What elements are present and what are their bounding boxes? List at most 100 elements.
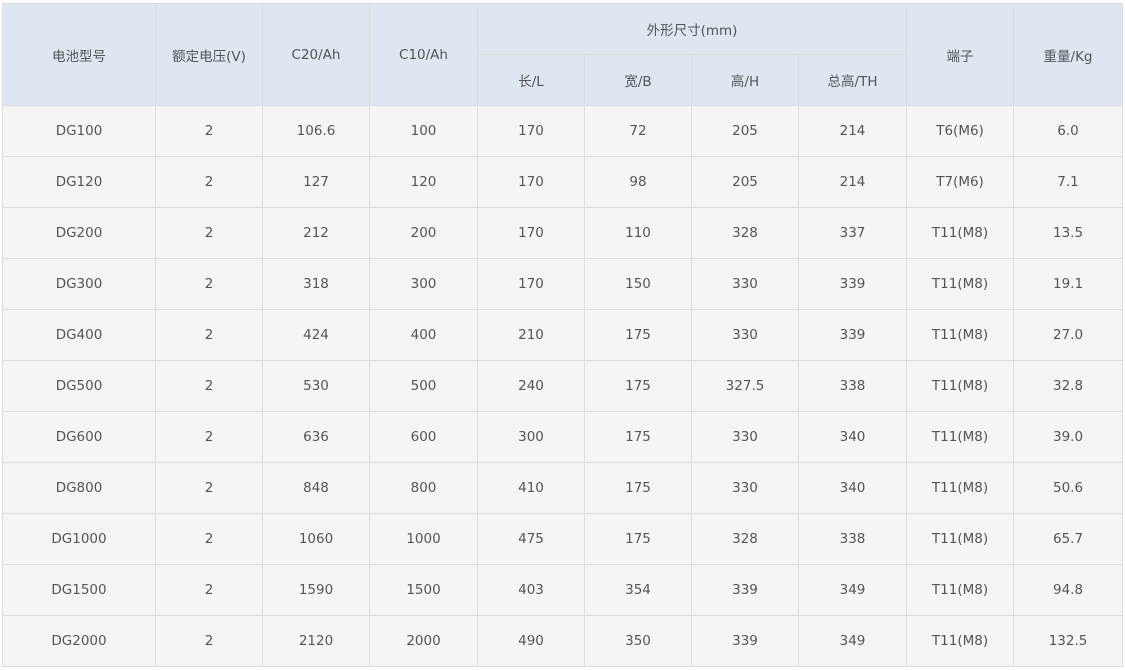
cell-height: 330 <box>691 309 799 361</box>
table-row: DG1000 2 1060 1000 475 175 328 338 T11(M8) 65.7 <box>2 513 1124 565</box>
cell-model: DG400 <box>2 309 156 361</box>
cell-model: DG2000 <box>2 615 156 667</box>
cell-voltage: 2 <box>155 411 263 463</box>
cell-terminal: T11(M8) <box>906 462 1015 514</box>
cell-length: 490 <box>477 615 585 667</box>
cell-length: 410 <box>477 462 585 514</box>
header-c10: C10/Ah <box>369 3 478 106</box>
header-terminal: 端子 <box>906 3 1015 106</box>
cell-terminal: T7(M6) <box>906 156 1015 208</box>
cell-voltage: 2 <box>155 615 263 667</box>
cell-height: 205 <box>691 156 799 208</box>
table-header: 电池型号 额定电压(V) C20/Ah C10/Ah 外形尺寸(mm) 端子 重… <box>2 3 1124 106</box>
cell-total-height: 338 <box>797 360 908 412</box>
table-row: DG500 2 530 500 240 175 327.5 338 T11(M8) 32.8 <box>2 360 1124 412</box>
cell-width: 175 <box>584 411 692 463</box>
cell-model: DG600 <box>2 411 156 463</box>
cell-c10: 400 <box>369 309 478 361</box>
cell-c20: 127 <box>262 156 370 208</box>
cell-c20: 636 <box>262 411 370 463</box>
cell-weight: 50.6 <box>1013 462 1124 514</box>
cell-c10: 600 <box>369 411 478 463</box>
header-row-top: 电池型号 额定电压(V) C20/Ah C10/Ah 外形尺寸(mm) 端子 重… <box>2 3 1124 106</box>
cell-terminal: T11(M8) <box>906 309 1015 361</box>
cell-height: 339 <box>691 615 799 667</box>
cell-total-height: 349 <box>797 564 908 616</box>
cell-c10: 300 <box>369 258 478 310</box>
cell-c10: 2000 <box>369 615 478 667</box>
cell-c20: 106.6 <box>262 105 370 157</box>
cell-terminal: T11(M8) <box>906 615 1015 667</box>
cell-c10: 120 <box>369 156 478 208</box>
cell-total-height: 214 <box>797 156 908 208</box>
cell-total-height: 339 <box>797 309 908 361</box>
cell-width: 110 <box>584 207 692 259</box>
cell-model: DG500 <box>2 360 156 412</box>
cell-width: 72 <box>584 105 692 157</box>
cell-length: 300 <box>477 411 585 463</box>
cell-height: 330 <box>691 462 799 514</box>
cell-voltage: 2 <box>155 513 263 565</box>
cell-weight: 94.8 <box>1013 564 1124 616</box>
cell-height: 330 <box>691 411 799 463</box>
table-row: DG2000 2 2120 2000 490 350 339 349 T11(M8) 132.5 <box>2 615 1124 667</box>
cell-weight: 27.0 <box>1013 309 1124 361</box>
cell-weight: 32.8 <box>1013 360 1124 412</box>
cell-terminal: T11(M8) <box>906 513 1015 565</box>
battery-spec-table: 电池型号 额定电压(V) C20/Ah C10/Ah 外形尺寸(mm) 端子 重… <box>2 3 1124 667</box>
spec-table-container: 电池型号 额定电压(V) C20/Ah C10/Ah 外形尺寸(mm) 端子 重… <box>2 3 1124 667</box>
cell-width: 175 <box>584 462 692 514</box>
header-total-height: 总高/TH <box>797 54 908 106</box>
cell-voltage: 2 <box>155 564 263 616</box>
cell-weight: 19.1 <box>1013 258 1124 310</box>
header-voltage: 额定电压(V) <box>155 3 263 106</box>
cell-total-height: 340 <box>797 411 908 463</box>
cell-length: 170 <box>477 156 585 208</box>
cell-voltage: 2 <box>155 360 263 412</box>
cell-voltage: 2 <box>155 309 263 361</box>
cell-width: 354 <box>584 564 692 616</box>
cell-height: 339 <box>691 564 799 616</box>
cell-voltage: 2 <box>155 258 263 310</box>
cell-height: 328 <box>691 513 799 565</box>
header-model: 电池型号 <box>2 3 156 106</box>
cell-weight: 39.0 <box>1013 411 1124 463</box>
cell-total-height: 338 <box>797 513 908 565</box>
table-row: DG800 2 848 800 410 175 330 340 T11(M8) 50.6 <box>2 462 1124 514</box>
cell-terminal: T11(M8) <box>906 411 1015 463</box>
cell-width: 98 <box>584 156 692 208</box>
cell-width: 175 <box>584 513 692 565</box>
header-height: 高/H <box>691 54 799 106</box>
cell-length: 170 <box>477 258 585 310</box>
header-weight: 重量/Kg <box>1013 3 1124 106</box>
cell-length: 170 <box>477 207 585 259</box>
cell-model: DG200 <box>2 207 156 259</box>
cell-total-height: 337 <box>797 207 908 259</box>
cell-terminal: T11(M8) <box>906 360 1015 412</box>
cell-c10: 800 <box>369 462 478 514</box>
cell-model: DG800 <box>2 462 156 514</box>
cell-height: 330 <box>691 258 799 310</box>
table-row: DG1500 2 1590 1500 403 354 339 349 T11(M8) 94.8 <box>2 564 1124 616</box>
cell-height: 205 <box>691 105 799 157</box>
cell-total-height: 339 <box>797 258 908 310</box>
cell-weight: 132.5 <box>1013 615 1124 667</box>
table-row: DG200 2 212 200 170 110 328 337 T11(M8) 13.5 <box>2 207 1124 259</box>
cell-c20: 2120 <box>262 615 370 667</box>
cell-length: 475 <box>477 513 585 565</box>
header-dimensions: 外形尺寸(mm) <box>476 3 908 55</box>
cell-c20: 1590 <box>262 564 370 616</box>
cell-length: 240 <box>477 360 585 412</box>
cell-model: DG300 <box>2 258 156 310</box>
cell-model: DG100 <box>2 105 156 157</box>
cell-c10: 1500 <box>369 564 478 616</box>
cell-voltage: 2 <box>155 105 263 157</box>
table-row: DG100 2 106.6 100 170 72 205 214 T6(M6) 6.0 <box>2 105 1124 157</box>
cell-width: 150 <box>584 258 692 310</box>
cell-terminal: T11(M8) <box>906 207 1015 259</box>
cell-total-height: 349 <box>797 615 908 667</box>
table-row: DG600 2 636 600 300 175 330 340 T11(M8) 39.0 <box>2 411 1124 463</box>
cell-terminal: T6(M6) <box>906 105 1015 157</box>
cell-width: 175 <box>584 360 692 412</box>
table-row: DG120 2 127 120 170 98 205 214 T7(M6) 7.1 <box>2 156 1124 208</box>
